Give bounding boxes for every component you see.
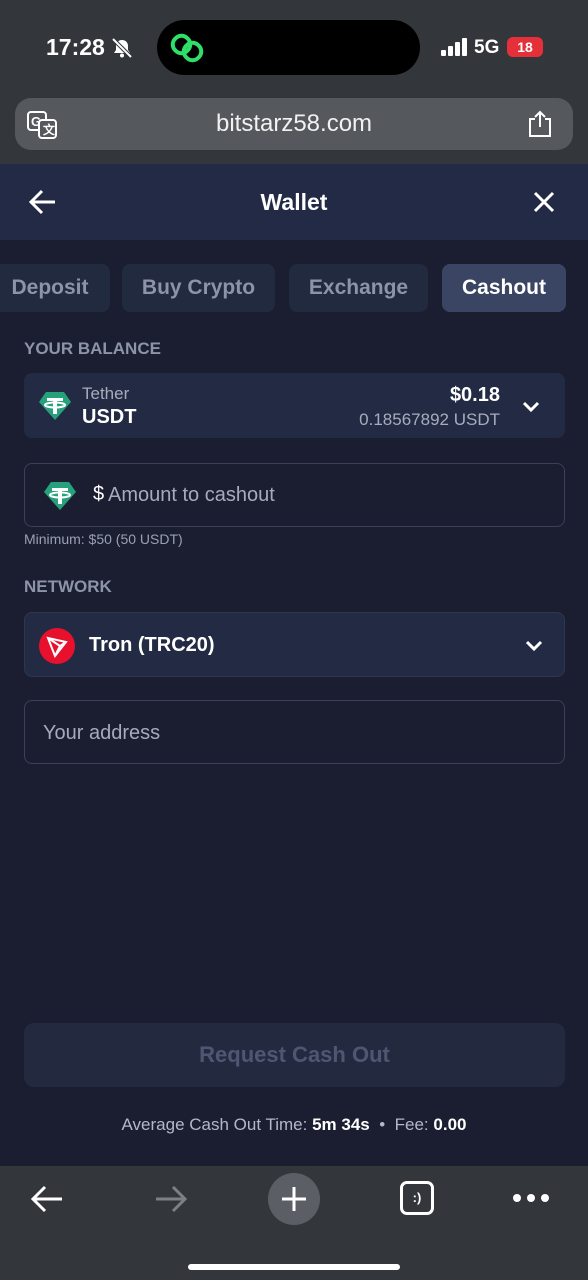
- amount-field[interactable]: $: [24, 463, 565, 527]
- wallet-header: Wallet: [0, 164, 588, 240]
- tether-icon: [39, 392, 71, 420]
- avg-time-label: Average Cash Out Time:: [121, 1115, 308, 1134]
- bell-muted-icon: [111, 38, 133, 58]
- balance-amount: 0.18567892 USDT: [359, 410, 500, 429]
- browser-toolbar: G 文 bitstarz58.com: [0, 96, 588, 164]
- browser-bottom-bar: :): [0, 1166, 588, 1280]
- tron-icon: [39, 628, 75, 664]
- chevron-down-icon[interactable]: [521, 400, 541, 414]
- fee-label: Fee:: [394, 1115, 429, 1134]
- address-bar[interactable]: G 文 bitstarz58.com: [15, 98, 573, 150]
- tab-cashout[interactable]: Cashout: [442, 264, 566, 312]
- cashout-info: Average Cash Out Time: 5m 34s • Fee: 0.0…: [0, 1115, 588, 1135]
- network-type: 5G: [474, 37, 500, 58]
- minimum-note: Minimum: $50 (50 USDT): [24, 531, 183, 547]
- plus-icon: [282, 1187, 306, 1211]
- address-field[interactable]: [24, 700, 565, 764]
- signal-icon: [441, 38, 467, 56]
- request-cashout-button[interactable]: Request Cash Out: [24, 1023, 565, 1087]
- link-icon: [170, 33, 204, 63]
- home-indicator: [188, 1264, 400, 1270]
- new-tab-button[interactable]: [268, 1173, 320, 1225]
- more-icon[interactable]: [512, 1193, 550, 1203]
- tabs-button[interactable]: :): [400, 1181, 434, 1215]
- balance-selector[interactable]: Tether USDT $0.18 0.18567892 USDT: [24, 373, 565, 438]
- close-icon[interactable]: [532, 190, 556, 214]
- tab-deposit[interactable]: Deposit: [0, 264, 110, 312]
- url-text[interactable]: bitstarz58.com: [15, 110, 573, 138]
- coin-name: Tether: [82, 384, 130, 403]
- network-selector[interactable]: Tron (TRC20): [24, 612, 565, 677]
- tab-buy-crypto[interactable]: Buy Crypto: [122, 264, 275, 312]
- avg-time-value: 5m 34s: [312, 1115, 370, 1134]
- page-title: Wallet: [260, 189, 328, 215]
- share-icon[interactable]: [527, 110, 553, 138]
- status-bar: 17:28 5G 18: [0, 0, 588, 96]
- balance-usd: $0.18: [449, 384, 500, 406]
- network-label: Tron (TRC20): [89, 634, 215, 656]
- fee-value: 0.00: [433, 1115, 467, 1134]
- browser-back-icon[interactable]: [30, 1184, 64, 1214]
- coin-symbol: USDT: [82, 406, 137, 428]
- address-input[interactable]: [43, 720, 543, 746]
- balance-section-label: YOUR BALANCE: [24, 339, 161, 358]
- tab-exchange[interactable]: Exchange: [289, 264, 428, 312]
- status-time: 17:28: [46, 34, 105, 60]
- currency-symbol: $: [93, 483, 105, 505]
- chevron-down-icon[interactable]: [524, 639, 544, 653]
- amount-input[interactable]: [108, 482, 548, 508]
- battery-icon: 18: [507, 37, 543, 57]
- browser-forward-icon[interactable]: [154, 1184, 188, 1214]
- network-section-label: NETWORK: [24, 577, 112, 596]
- separator: •: [379, 1115, 386, 1134]
- tether-icon: [44, 482, 76, 510]
